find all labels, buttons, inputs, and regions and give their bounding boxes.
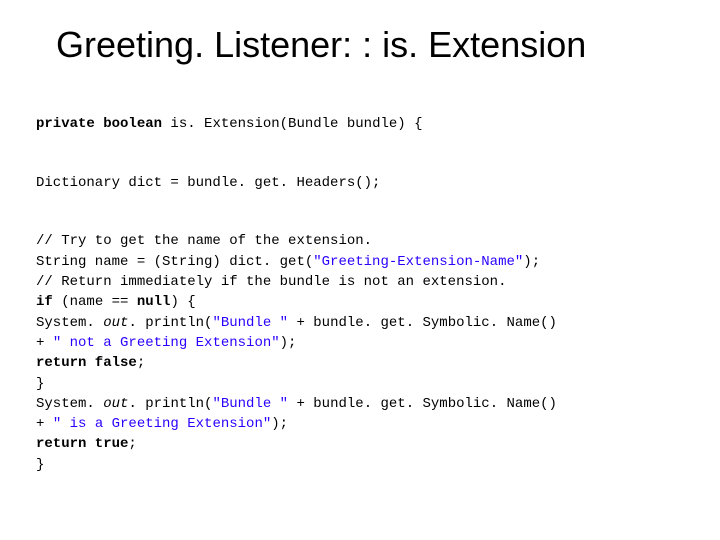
- l9-rest: ;: [137, 355, 145, 371]
- kw-return-false: return false: [36, 355, 137, 371]
- l7e: + bundle. get. Symbolic. Name(): [288, 315, 557, 331]
- str-bundle-1: "Bundle ": [212, 315, 288, 331]
- l4c: );: [523, 254, 540, 270]
- l11a: System.: [36, 396, 103, 412]
- kw-return-true: return true: [36, 436, 128, 452]
- l6-rest2: ) {: [170, 294, 195, 310]
- l8a: +: [36, 335, 53, 351]
- str-is-ext: " is a Greeting Extension": [53, 416, 271, 432]
- l14: }: [36, 457, 44, 473]
- slide-title: Greeting. Listener: : is. Extension: [56, 24, 684, 66]
- code-line-1: private boolean is. Extension(Bundle bun…: [36, 114, 684, 134]
- slide: Greeting. Listener: : is. Extension priv…: [0, 0, 720, 540]
- str-ext-name: "Greeting-Extension-Name": [313, 254, 523, 270]
- kw-if: if: [36, 294, 53, 310]
- l13-rest: ;: [128, 436, 136, 452]
- l11e: + bundle. get. Symbolic. Name(): [288, 396, 557, 412]
- code-block: private boolean is. Extension(Bundle bun…: [36, 94, 684, 516]
- kw-null: null: [137, 294, 171, 310]
- code-body: // Try to get the name of the extension.…: [36, 231, 684, 475]
- l6-rest: (name ==: [53, 294, 137, 310]
- out-1: out: [103, 315, 128, 331]
- kw-private-boolean: private boolean: [36, 116, 162, 132]
- l12c: );: [271, 416, 288, 432]
- l7c: . println(: [128, 315, 212, 331]
- l4a: String name = (String) dict. get(: [36, 254, 313, 270]
- l7a: System.: [36, 315, 103, 331]
- str-not-ext: " not a Greeting Extension": [53, 335, 280, 351]
- l10: }: [36, 376, 44, 392]
- code-line-2: Dictionary dict = bundle. get. Headers()…: [36, 173, 684, 193]
- l11c: . println(: [128, 396, 212, 412]
- comment-1: // Try to get the name of the extension.: [36, 233, 372, 249]
- out-2: out: [103, 396, 128, 412]
- l8c: );: [280, 335, 297, 351]
- l12a: +: [36, 416, 53, 432]
- sig-rest: is. Extension(Bundle bundle) {: [162, 116, 422, 132]
- comment-2: // Return immediately if the bundle is n…: [36, 274, 506, 290]
- str-bundle-2: "Bundle ": [212, 396, 288, 412]
